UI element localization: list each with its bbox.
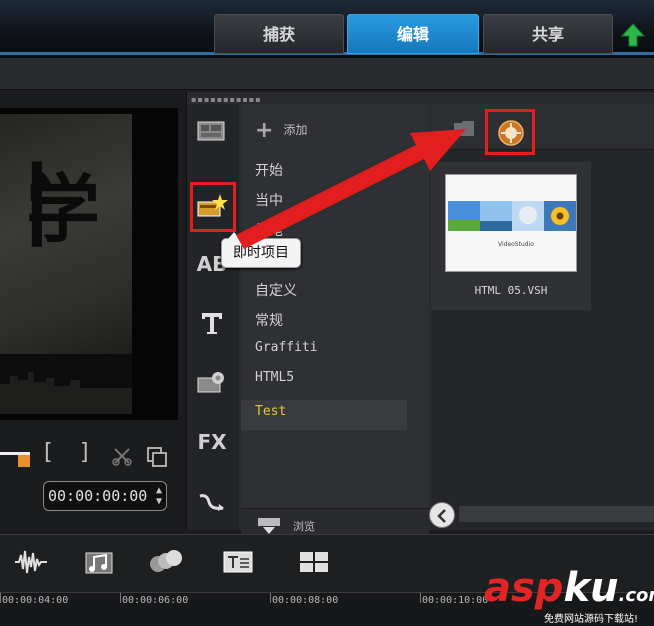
library-icon-column: AB FX [187,104,239,530]
thumb-photo [480,201,512,231]
category-item[interactable]: 结尾 [255,220,283,240]
top-bar: 捕获 编辑 共享 [0,0,654,58]
scroll-left-button[interactable] [429,502,455,528]
add-category-button[interactable]: + 添加 [255,118,308,143]
instant-project-icon[interactable] [195,192,229,222]
transition-icon[interactable] [195,490,229,520]
category-item[interactable]: 当中 [255,190,283,210]
title-track-icon[interactable] [222,547,256,577]
category-item[interactable]: 自定义 [255,280,297,300]
audio-waveform-icon[interactable] [14,547,48,577]
thumbnail-image: VideoStudio [445,174,577,272]
graphics-icon[interactable] [195,370,229,400]
site-watermark: aspku.com 免费网站源码下载站! [484,566,654,626]
trim-slider[interactable] [0,452,30,467]
text-t-icon[interactable] [195,310,229,340]
browse-label: 浏览 [293,520,315,533]
timecode-input[interactable]: 00:00:00:00 ▲ ▼ [43,481,167,511]
track-manager-icon[interactable] [146,547,184,577]
fx-icon[interactable]: FX [195,430,229,460]
tab-capture[interactable]: 捕获 [214,14,344,54]
timecode-value: 00:00:00:00 [48,487,148,505]
folder-icon[interactable] [453,118,475,138]
category-list: +添加 开始 当中 结尾 无题 自定义 常规 Graffiti HTML5 Te… [241,104,429,542]
preview-video-frame: 丨 学 [0,114,132,414]
thumb-photo [448,201,480,231]
library-content: VideoStudio HTML 05.VSH [431,104,654,530]
ruler-tick [0,593,1,603]
ruler-tick [420,593,421,603]
instant-project-tooltip: 即时项目 [221,232,301,268]
calligraphy-glyph: 学 [26,167,100,253]
category-item[interactable]: 开始 [255,160,283,180]
upload-icon[interactable] [620,22,646,48]
content-header [431,104,654,155]
ruler-tick [120,593,121,603]
sort-button-highlight [485,109,535,155]
category-item[interactable]: HTML5 [255,370,294,385]
category-item-selected[interactable]: Test [241,400,407,430]
category-item[interactable]: Graffiti [255,340,318,355]
mark-out-button[interactable]: ] [80,440,89,465]
playback-controls: [ ] 00:00:00:00 ▲ ▼ [0,430,185,530]
ruler-label: 00:00:04:00 [2,595,69,606]
storyboard-grid-icon[interactable] [298,547,330,577]
plus-icon: + [255,118,274,143]
add-label: 添加 [283,123,308,137]
tab-edit[interactable]: 编辑 [347,14,479,54]
skyline-silhouette [0,354,132,414]
project-thumbnail[interactable]: VideoStudio HTML 05.VSH [431,162,591,310]
selected-category-label: Test [255,404,287,419]
ruler-label: 00:00:06:00 [122,595,189,606]
timecode-spinner[interactable]: ▲ ▼ [156,485,162,507]
thumb-photo [512,201,544,231]
category-item[interactable]: 常规 [255,310,283,330]
thumbnail-caption: HTML 05.VSH [474,284,548,297]
preview-window: 丨 学 [0,108,178,420]
watermark-subtitle: 免费网站源码下载站! [544,614,639,625]
sub-toolbar [0,58,654,90]
thumb-photo [544,201,576,231]
scissors-icon[interactable] [112,446,132,466]
browse-icon [258,518,280,534]
panel-grip[interactable]: ▪▪▪▪▪▪▪▪▪▪▪ [191,95,262,104]
mark-in-button[interactable]: [ [44,440,53,465]
ruler-label: 00:00:10:00 [422,595,489,606]
tab-share[interactable]: 共享 [483,14,613,54]
sort-options-icon[interactable] [498,120,524,146]
horizontal-scrollbar[interactable] [459,506,654,522]
media-icon[interactable] [195,118,229,148]
copy-icon[interactable] [146,446,168,468]
thumbnail-inner-text: VideoStudio [498,241,534,248]
ruler-tick [270,593,271,603]
library-panel: ▪▪▪▪▪▪▪▪▪▪▪ AB FX +添加 开始 当中 结尾 无题 自定义 常规… [186,92,654,542]
music-score-icon[interactable] [84,547,116,577]
ruler-label: 00:00:08:00 [272,595,339,606]
